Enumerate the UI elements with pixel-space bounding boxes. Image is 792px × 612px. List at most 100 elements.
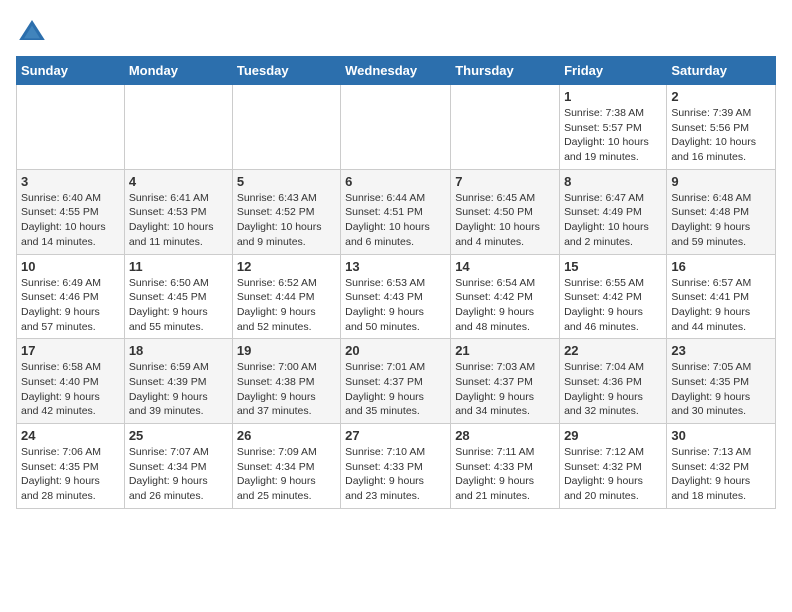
calendar-cell: 17 Sunrise: 6:58 AM Sunset: 4:40 PM Dayli…	[17, 339, 125, 424]
calendar-cell: 20Sunrise: 7:01 AM Sunset: 4:37 PM Dayli…	[341, 339, 451, 424]
weekday-header: Saturday	[667, 57, 776, 85]
calendar-cell: 11Sunrise: 6:50 AM Sunset: 4:45 PM Dayli…	[124, 254, 232, 339]
calendar-cell: 4 Sunrise: 6:41 AM Sunset: 4:53 PM Daylig…	[124, 169, 232, 254]
day-number: 19	[237, 343, 336, 358]
calendar-cell: 22 Sunrise: 7:04 AM Sunset: 4:36 PM Dayli…	[560, 339, 667, 424]
day-info: Sunrise: 7:10 AM Sunset: 4:33 PM Dayligh…	[345, 445, 446, 504]
calendar-week-row: 10Sunrise: 6:49 AM Sunset: 4:46 PM Dayli…	[17, 254, 776, 339]
day-info: Sunrise: 7:39 AM Sunset: 5:56 PM Dayligh…	[671, 106, 771, 165]
day-number: 14	[455, 259, 555, 274]
calendar-cell	[232, 85, 340, 170]
calendar-week-row: 1 Sunrise: 7:38 AM Sunset: 5:57 PM Daylig…	[17, 85, 776, 170]
day-info: Sunrise: 6:52 AM Sunset: 4:44 PM Dayligh…	[237, 276, 336, 335]
day-number: 1	[564, 89, 662, 104]
day-info: Sunrise: 6:55 AM Sunset: 4:42 PM Dayligh…	[564, 276, 662, 335]
calendar-cell: 2 Sunrise: 7:39 AM Sunset: 5:56 PM Daylig…	[667, 85, 776, 170]
calendar-cell: 25 Sunrise: 7:07 AM Sunset: 4:34 PM Dayli…	[124, 424, 232, 509]
weekday-header-row: SundayMondayTuesdayWednesdayThursdayFrid…	[17, 57, 776, 85]
day-info: Sunrise: 7:06 AM Sunset: 4:35 PM Dayligh…	[21, 445, 120, 504]
header	[16, 16, 776, 48]
day-number: 7	[455, 174, 555, 189]
calendar-cell: 19 Sunrise: 7:00 AM Sunset: 4:38 PM Dayli…	[232, 339, 340, 424]
calendar-table: SundayMondayTuesdayWednesdayThursdayFrid…	[16, 56, 776, 509]
day-number: 27	[345, 428, 446, 443]
day-info: Sunrise: 6:50 AM Sunset: 4:45 PM Dayligh…	[129, 276, 228, 335]
calendar-cell: 12Sunrise: 6:52 AM Sunset: 4:44 PM Dayli…	[232, 254, 340, 339]
calendar-cell: 29 Sunrise: 7:12 AM Sunset: 4:32 PM Dayli…	[560, 424, 667, 509]
day-number: 24	[21, 428, 120, 443]
day-number: 25	[129, 428, 228, 443]
day-number: 29	[564, 428, 662, 443]
day-info: Sunrise: 6:40 AM Sunset: 4:55 PM Dayligh…	[21, 191, 120, 250]
day-info: Sunrise: 6:44 AM Sunset: 4:51 PM Dayligh…	[345, 191, 446, 250]
weekday-header: Wednesday	[341, 57, 451, 85]
day-number: 17	[21, 343, 120, 358]
calendar-cell: 26 Sunrise: 7:09 AM Sunset: 4:34 PM Dayli…	[232, 424, 340, 509]
day-info: Sunrise: 6:45 AM Sunset: 4:50 PM Dayligh…	[455, 191, 555, 250]
day-info: Sunrise: 7:00 AM Sunset: 4:38 PM Dayligh…	[237, 360, 336, 419]
day-info: Sunrise: 7:04 AM Sunset: 4:36 PM Dayligh…	[564, 360, 662, 419]
day-number: 4	[129, 174, 228, 189]
day-number: 20	[345, 343, 446, 358]
day-number: 6	[345, 174, 446, 189]
day-number: 16	[671, 259, 771, 274]
day-info: Sunrise: 6:41 AM Sunset: 4:53 PM Dayligh…	[129, 191, 228, 250]
calendar-cell: 27 Sunrise: 7:10 AM Sunset: 4:33 PM Dayli…	[341, 424, 451, 509]
day-number: 2	[671, 89, 771, 104]
calendar-cell: 5 Sunrise: 6:43 AM Sunset: 4:52 PM Daylig…	[232, 169, 340, 254]
day-info: Sunrise: 6:58 AM Sunset: 4:40 PM Dayligh…	[21, 360, 120, 419]
calendar-cell: 1 Sunrise: 7:38 AM Sunset: 5:57 PM Daylig…	[560, 85, 667, 170]
calendar-cell: 10Sunrise: 6:49 AM Sunset: 4:46 PM Dayli…	[17, 254, 125, 339]
calendar-cell: 16 Sunrise: 6:57 AM Sunset: 4:41 PM Dayli…	[667, 254, 776, 339]
day-info: Sunrise: 6:57 AM Sunset: 4:41 PM Dayligh…	[671, 276, 771, 335]
day-info: Sunrise: 7:11 AM Sunset: 4:33 PM Dayligh…	[455, 445, 555, 504]
calendar-week-row: 3 Sunrise: 6:40 AM Sunset: 4:55 PM Daylig…	[17, 169, 776, 254]
weekday-header: Thursday	[451, 57, 560, 85]
calendar-cell	[341, 85, 451, 170]
day-info: Sunrise: 6:43 AM Sunset: 4:52 PM Dayligh…	[237, 191, 336, 250]
day-info: Sunrise: 7:38 AM Sunset: 5:57 PM Dayligh…	[564, 106, 662, 165]
day-info: Sunrise: 6:47 AM Sunset: 4:49 PM Dayligh…	[564, 191, 662, 250]
day-number: 22	[564, 343, 662, 358]
calendar-cell	[124, 85, 232, 170]
day-number: 3	[21, 174, 120, 189]
day-number: 15	[564, 259, 662, 274]
day-number: 28	[455, 428, 555, 443]
calendar-cell	[17, 85, 125, 170]
day-number: 26	[237, 428, 336, 443]
day-number: 30	[671, 428, 771, 443]
day-info: Sunrise: 6:54 AM Sunset: 4:42 PM Dayligh…	[455, 276, 555, 335]
calendar-week-row: 24 Sunrise: 7:06 AM Sunset: 4:35 PM Dayli…	[17, 424, 776, 509]
calendar-cell: 30 Sunrise: 7:13 AM Sunset: 4:32 PM Dayli…	[667, 424, 776, 509]
calendar-cell	[451, 85, 560, 170]
calendar-cell: 15 Sunrise: 6:55 AM Sunset: 4:42 PM Dayli…	[560, 254, 667, 339]
calendar-cell: 18 Sunrise: 6:59 AM Sunset: 4:39 PM Dayli…	[124, 339, 232, 424]
day-number: 18	[129, 343, 228, 358]
day-info: Sunrise: 7:05 AM Sunset: 4:35 PM Dayligh…	[671, 360, 771, 419]
day-number: 23	[671, 343, 771, 358]
calendar-cell: 14 Sunrise: 6:54 AM Sunset: 4:42 PM Dayli…	[451, 254, 560, 339]
calendar-cell: 23 Sunrise: 7:05 AM Sunset: 4:35 PM Dayli…	[667, 339, 776, 424]
day-number: 8	[564, 174, 662, 189]
day-info: Sunrise: 7:07 AM Sunset: 4:34 PM Dayligh…	[129, 445, 228, 504]
calendar-cell: 13 Sunrise: 6:53 AM Sunset: 4:43 PM Dayli…	[341, 254, 451, 339]
logo-icon	[16, 16, 48, 48]
day-number: 13	[345, 259, 446, 274]
day-number: 9	[671, 174, 771, 189]
weekday-header: Sunday	[17, 57, 125, 85]
weekday-header: Friday	[560, 57, 667, 85]
day-info: Sunrise: 7:09 AM Sunset: 4:34 PM Dayligh…	[237, 445, 336, 504]
day-info: Sunrise: 7:13 AM Sunset: 4:32 PM Dayligh…	[671, 445, 771, 504]
day-info: Sunrise: 6:53 AM Sunset: 4:43 PM Dayligh…	[345, 276, 446, 335]
logo	[16, 16, 52, 48]
day-number: 5	[237, 174, 336, 189]
day-info: Sunrise: 6:48 AM Sunset: 4:48 PM Dayligh…	[671, 191, 771, 250]
day-info: Sunrise: 7:12 AM Sunset: 4:32 PM Dayligh…	[564, 445, 662, 504]
calendar-cell: 9 Sunrise: 6:48 AM Sunset: 4:48 PM Daylig…	[667, 169, 776, 254]
calendar-cell: 8 Sunrise: 6:47 AM Sunset: 4:49 PM Daylig…	[560, 169, 667, 254]
calendar-cell: 6 Sunrise: 6:44 AM Sunset: 4:51 PM Daylig…	[341, 169, 451, 254]
calendar-week-row: 17 Sunrise: 6:58 AM Sunset: 4:40 PM Dayli…	[17, 339, 776, 424]
calendar-cell: 24 Sunrise: 7:06 AM Sunset: 4:35 PM Dayli…	[17, 424, 125, 509]
day-info: Sunrise: 6:59 AM Sunset: 4:39 PM Dayligh…	[129, 360, 228, 419]
calendar-cell: 7 Sunrise: 6:45 AM Sunset: 4:50 PM Daylig…	[451, 169, 560, 254]
